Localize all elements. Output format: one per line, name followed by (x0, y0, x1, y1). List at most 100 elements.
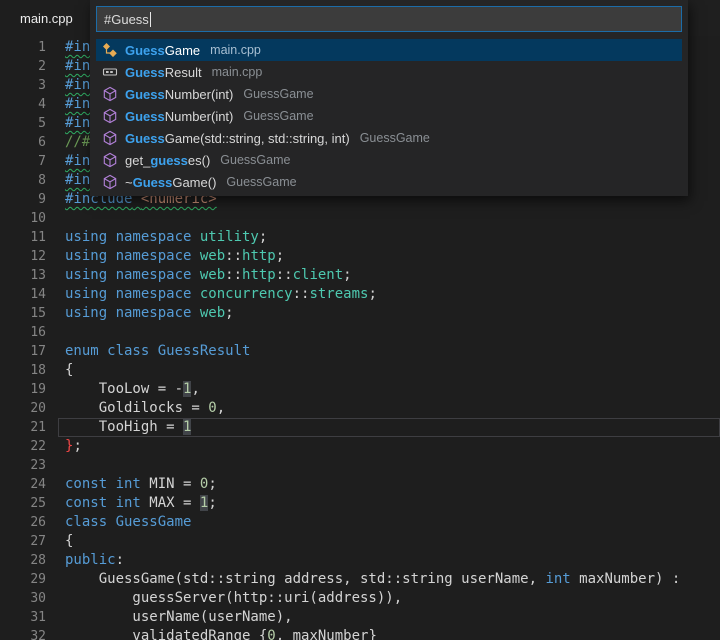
symbol-name: GuessNumber(int) (125, 109, 233, 124)
method-icon (102, 174, 118, 190)
code-line[interactable]: 28public: (0, 551, 720, 570)
code-line[interactable]: 16 (0, 323, 720, 342)
line-number: 32 (0, 627, 46, 640)
code-line[interactable]: 23 (0, 456, 720, 475)
line-number: 23 (0, 456, 46, 475)
method-icon (102, 108, 118, 124)
line-number: 8 (0, 171, 46, 190)
code-line[interactable]: 20 Goldilocks = 0, (0, 399, 720, 418)
symbol-container: GuessGame (243, 109, 313, 123)
code-text: using namespace utility; (46, 228, 267, 247)
line-number: 25 (0, 494, 46, 513)
line-number: 10 (0, 209, 46, 228)
symbol-list-item[interactable]: GuessNumber(int)GuessGame (96, 83, 682, 105)
code-line[interactable]: 26class GuessGame (0, 513, 720, 532)
quick-open-widget: #Guess GuessGame main.cpp GuessResult main.… (90, 0, 688, 196)
symbol-list-item[interactable]: ~GuessGame()GuessGame (96, 171, 682, 193)
code-text: { (46, 532, 73, 551)
code-line[interactable]: 32 validatedRange {0, maxNumber} (0, 627, 720, 640)
vscode-window: main.cpp 1#in2#in3#in4#in5#in6//#7#in8#i… (0, 0, 720, 640)
line-number: 4 (0, 95, 46, 114)
line-number: 21 (0, 418, 46, 437)
line-number: 5 (0, 114, 46, 133)
code-text: #in (46, 114, 90, 133)
code-line[interactable]: 15using namespace web; (0, 304, 720, 323)
code-text: #in (46, 171, 90, 190)
line-number: 15 (0, 304, 46, 323)
line-number: 3 (0, 76, 46, 95)
line-number: 7 (0, 152, 46, 171)
symbol-list-item[interactable]: GuessResult main.cpp (96, 61, 682, 83)
code-text: guessServer(http::uri(address)), (46, 589, 402, 608)
code-line[interactable]: 10 (0, 209, 720, 228)
code-text: using namespace concurrency::streams; (46, 285, 377, 304)
line-number: 1 (0, 38, 46, 57)
line-number: 30 (0, 589, 46, 608)
code-text: #in (46, 38, 90, 57)
symbol-list-item[interactable]: GuessGame main.cpp (96, 39, 682, 61)
code-line[interactable]: 18{ (0, 361, 720, 380)
code-text: using namespace web::http::client; (46, 266, 352, 285)
code-line[interactable]: 14using namespace concurrency::streams; (0, 285, 720, 304)
line-number: 20 (0, 399, 46, 418)
tab-title: main.cpp (20, 11, 73, 26)
code-text: #in (46, 152, 90, 171)
line-number: 19 (0, 380, 46, 399)
code-text: const int MAX = 1; (46, 494, 217, 513)
symbol-name: GuessGame (125, 43, 200, 58)
code-text: #in (46, 76, 90, 95)
symbol-name: GuessResult (125, 65, 202, 80)
code-text (46, 456, 65, 475)
text-cursor (150, 12, 151, 27)
line-number: 22 (0, 437, 46, 456)
code-text: Goldilocks = 0, (46, 399, 225, 418)
code-text: { (46, 361, 73, 380)
code-text: validatedRange {0, maxNumber} (46, 627, 377, 640)
code-text: class GuessGame (46, 513, 191, 532)
symbol-container: main.cpp (210, 43, 261, 57)
line-number: 6 (0, 133, 46, 152)
code-text: const int MIN = 0; (46, 475, 217, 494)
symbol-container: GuessGame (360, 131, 430, 145)
symbol-list-item[interactable]: GuessNumber(int) GuessGame (96, 105, 682, 127)
code-line[interactable]: 11using namespace utility; (0, 228, 720, 247)
line-number: 29 (0, 570, 46, 589)
code-line[interactable]: 24const int MIN = 0; (0, 475, 720, 494)
code-line[interactable]: 27{ (0, 532, 720, 551)
code-line[interactable]: 19 TooLow = -1, (0, 380, 720, 399)
symbol-name: GuessGame(std::string, std::string, int) (125, 131, 350, 146)
line-number: 9 (0, 190, 46, 209)
line-number: 13 (0, 266, 46, 285)
line-number: 28 (0, 551, 46, 570)
line-number: 11 (0, 228, 46, 247)
code-line[interactable]: 25const int MAX = 1; (0, 494, 720, 513)
symbol-list: GuessGamemain.cppGuessResultmain.cppGues… (96, 39, 682, 193)
symbol-name: get_guesses() (125, 153, 210, 168)
line-number: 2 (0, 57, 46, 76)
code-text: public: (46, 551, 124, 570)
code-text: using namespace web::http; (46, 247, 284, 266)
symbol-container: main.cpp (212, 65, 263, 79)
code-text: enum class GuessResult (46, 342, 250, 361)
code-text: TooHigh = 1 (46, 418, 191, 437)
code-line[interactable]: 12using namespace web::http; (0, 247, 720, 266)
code-line[interactable]: 13using namespace web::http::client; (0, 266, 720, 285)
code-line[interactable]: 22}; (0, 437, 720, 456)
code-line[interactable]: 29 GuessGame(std::string address, std::s… (0, 570, 720, 589)
line-number: 26 (0, 513, 46, 532)
code-text: GuessGame(std::string address, std::stri… (46, 570, 680, 589)
code-line[interactable]: 17enum class GuessResult (0, 342, 720, 361)
code-text: }; (46, 437, 82, 456)
code-line[interactable]: 31 userName(userName), (0, 608, 720, 627)
code-line[interactable]: 30 guessServer(http::uri(address)), (0, 589, 720, 608)
symbol-list-item[interactable]: get_guesses()GuessGame (96, 149, 682, 171)
method-icon (102, 130, 118, 146)
code-text: //# (46, 133, 90, 152)
symbol-search-input[interactable]: #Guess (96, 6, 682, 32)
code-text: #in (46, 95, 90, 114)
code-line[interactable]: 21 TooHigh = 1 (0, 418, 720, 437)
symbol-list-item[interactable]: GuessGame(std::string, std::string, int)… (96, 127, 682, 149)
line-number: 24 (0, 475, 46, 494)
tab-main-cpp[interactable]: main.cpp (0, 0, 93, 36)
code-text (46, 209, 65, 228)
